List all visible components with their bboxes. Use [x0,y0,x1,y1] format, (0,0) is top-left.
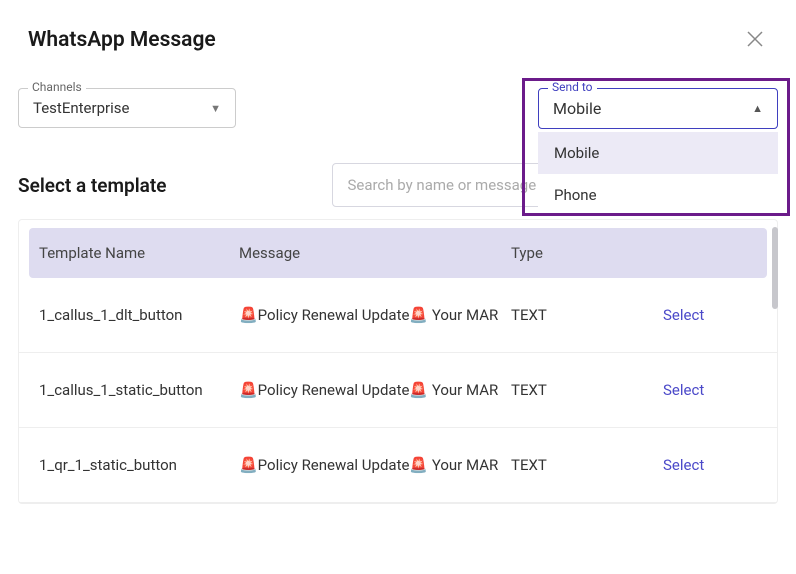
cell-message: 🚨Policy Renewal Update🚨 Your MAR [239,381,511,399]
cell-type: TEXT [511,456,663,474]
channels-field: Channels TestEnterprise ▼ [18,88,236,129]
sendto-select[interactable]: Mobile ▲ [538,88,778,129]
dialog-title: WhatsApp Message [28,28,216,52]
sendto-field: Send to Mobile ▲ Mobile Phone [538,88,778,129]
select-template-link[interactable]: Select [663,381,704,399]
cell-type: TEXT [511,381,663,399]
select-template-link[interactable]: Select [663,306,704,324]
channels-value: TestEnterprise [33,99,129,117]
close-button[interactable] [742,24,768,56]
channels-select[interactable]: TestEnterprise ▼ [18,88,236,128]
col-header-type: Type [511,244,663,262]
col-header-name: Template Name [39,244,239,262]
cell-template-name: 1_callus_1_dlt_button [39,306,239,324]
sendto-option-phone[interactable]: Phone [538,174,778,216]
filter-row: Channels TestEnterprise ▼ Send to Mobile… [0,68,796,129]
col-header-action [663,244,757,262]
close-icon [746,30,764,48]
chevron-down-icon: ▼ [210,102,221,115]
sendto-label: Send to [548,80,597,94]
template-table-area: Template Name Message Type 1_callus_1_dl… [0,219,796,504]
chevron-up-icon: ▲ [752,102,763,115]
sendto-value: Mobile [553,99,601,118]
table-header: Template Name Message Type [29,228,767,278]
col-header-message: Message [239,244,511,262]
sendto-option-mobile[interactable]: Mobile [538,132,778,174]
dialog-header: WhatsApp Message [0,0,796,68]
cell-template-name: 1_qr_1_static_button [39,456,239,474]
table-row: 1_qr_1_static_button 🚨Policy Renewal Upd… [19,428,777,503]
cell-message: 🚨Policy Renewal Update🚨 Your MAR [239,456,511,474]
table-row: 1_callus_1_dlt_button 🚨Policy Renewal Up… [19,278,777,353]
table-scrollbar[interactable] [772,227,778,309]
cell-message: 🚨Policy Renewal Update🚨 Your MAR [239,306,511,324]
select-template-link[interactable]: Select [663,456,704,474]
sendto-dropdown: Mobile Phone [538,132,778,216]
table-row: 1_callus_1_static_button 🚨Policy Renewal… [19,353,777,428]
channels-label: Channels [28,80,86,94]
template-section-title: Select a template [18,174,166,197]
cell-template-name: 1_callus_1_static_button [39,381,239,399]
template-table: Template Name Message Type 1_callus_1_dl… [18,219,778,504]
cell-type: TEXT [511,306,663,324]
